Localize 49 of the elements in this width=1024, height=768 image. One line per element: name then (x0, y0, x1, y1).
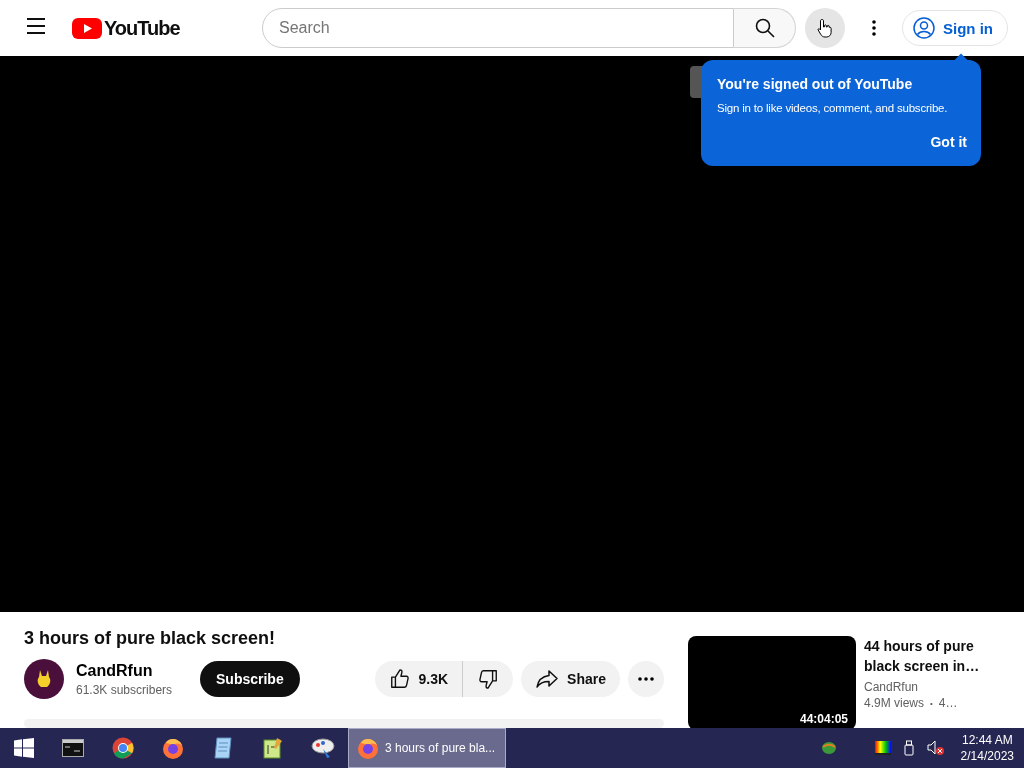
popup-title: You're signed out of YouTube (717, 76, 914, 92)
hand-cursor-icon (817, 18, 833, 38)
palette-icon (311, 737, 335, 759)
clock[interactable]: 12:44 AM 2/14/2023 (960, 732, 1014, 764)
more-icon[interactable] (872, 20, 876, 36)
view-count: 4.9M views (864, 696, 925, 710)
network-globe-icon[interactable] (820, 741, 837, 755)
windows-logo-icon (14, 738, 34, 758)
terminal-icon (62, 739, 84, 757)
separator-dot: • (930, 698, 933, 708)
related-channel-name: CandRfun (864, 680, 920, 694)
play-logo-icon (72, 17, 102, 39)
sign-in-button[interactable]: Sign in (902, 10, 1008, 46)
share-arrow-icon (535, 669, 560, 689)
menu-icon[interactable] (26, 18, 46, 34)
search-button[interactable] (734, 8, 796, 48)
bunny-icon (37, 670, 51, 688)
usb-drive-icon[interactable] (902, 740, 915, 756)
popup-message: Sign in to like videos, comment, and subscribe. (717, 102, 949, 114)
speaker-muted-icon[interactable] (926, 740, 945, 756)
browser-icon (112, 737, 134, 759)
video-title: 3 hours of pure black screen! (24, 628, 277, 649)
related-video-title[interactable]: 44 hours of pure black screen in… (864, 636, 994, 676)
more-icon (638, 677, 654, 681)
search-field[interactable]: Search (262, 8, 734, 48)
channel-name[interactable]: CandRfun (76, 661, 200, 680)
user-icon (913, 17, 935, 39)
document-icon (263, 737, 283, 759)
notepad-icon (213, 737, 233, 759)
browser-icon (162, 737, 184, 759)
subscribe-button[interactable]: Subscribe (200, 661, 300, 697)
like-button[interactable]: 9.3K (374, 661, 464, 697)
color-display-icon[interactable] (874, 741, 891, 755)
browser-icon (357, 737, 379, 759)
thumbs-down-icon (477, 668, 500, 690)
youtube-logo[interactable]: YouTube (104, 16, 180, 40)
search-icon (754, 18, 775, 38)
upload-age: 4… (938, 696, 958, 710)
voice-search-button[interactable] (805, 8, 845, 48)
got-it-button[interactable]: Got it (930, 134, 967, 150)
video-duration: 44:04:05 (799, 712, 848, 726)
dislike-button[interactable] (463, 661, 514, 697)
subscriber-count: 61.3K subscribers (76, 682, 174, 697)
video-thumbnail[interactable]: 44:04:05 (688, 636, 856, 728)
thumbs-up-icon (388, 668, 411, 690)
channel-avatar[interactable] (24, 659, 64, 699)
share-button[interactable]: Share (521, 661, 620, 697)
more-actions-button[interactable] (628, 661, 664, 697)
taskbar-app[interactable]: 3 hours of pure bla... (348, 728, 506, 768)
